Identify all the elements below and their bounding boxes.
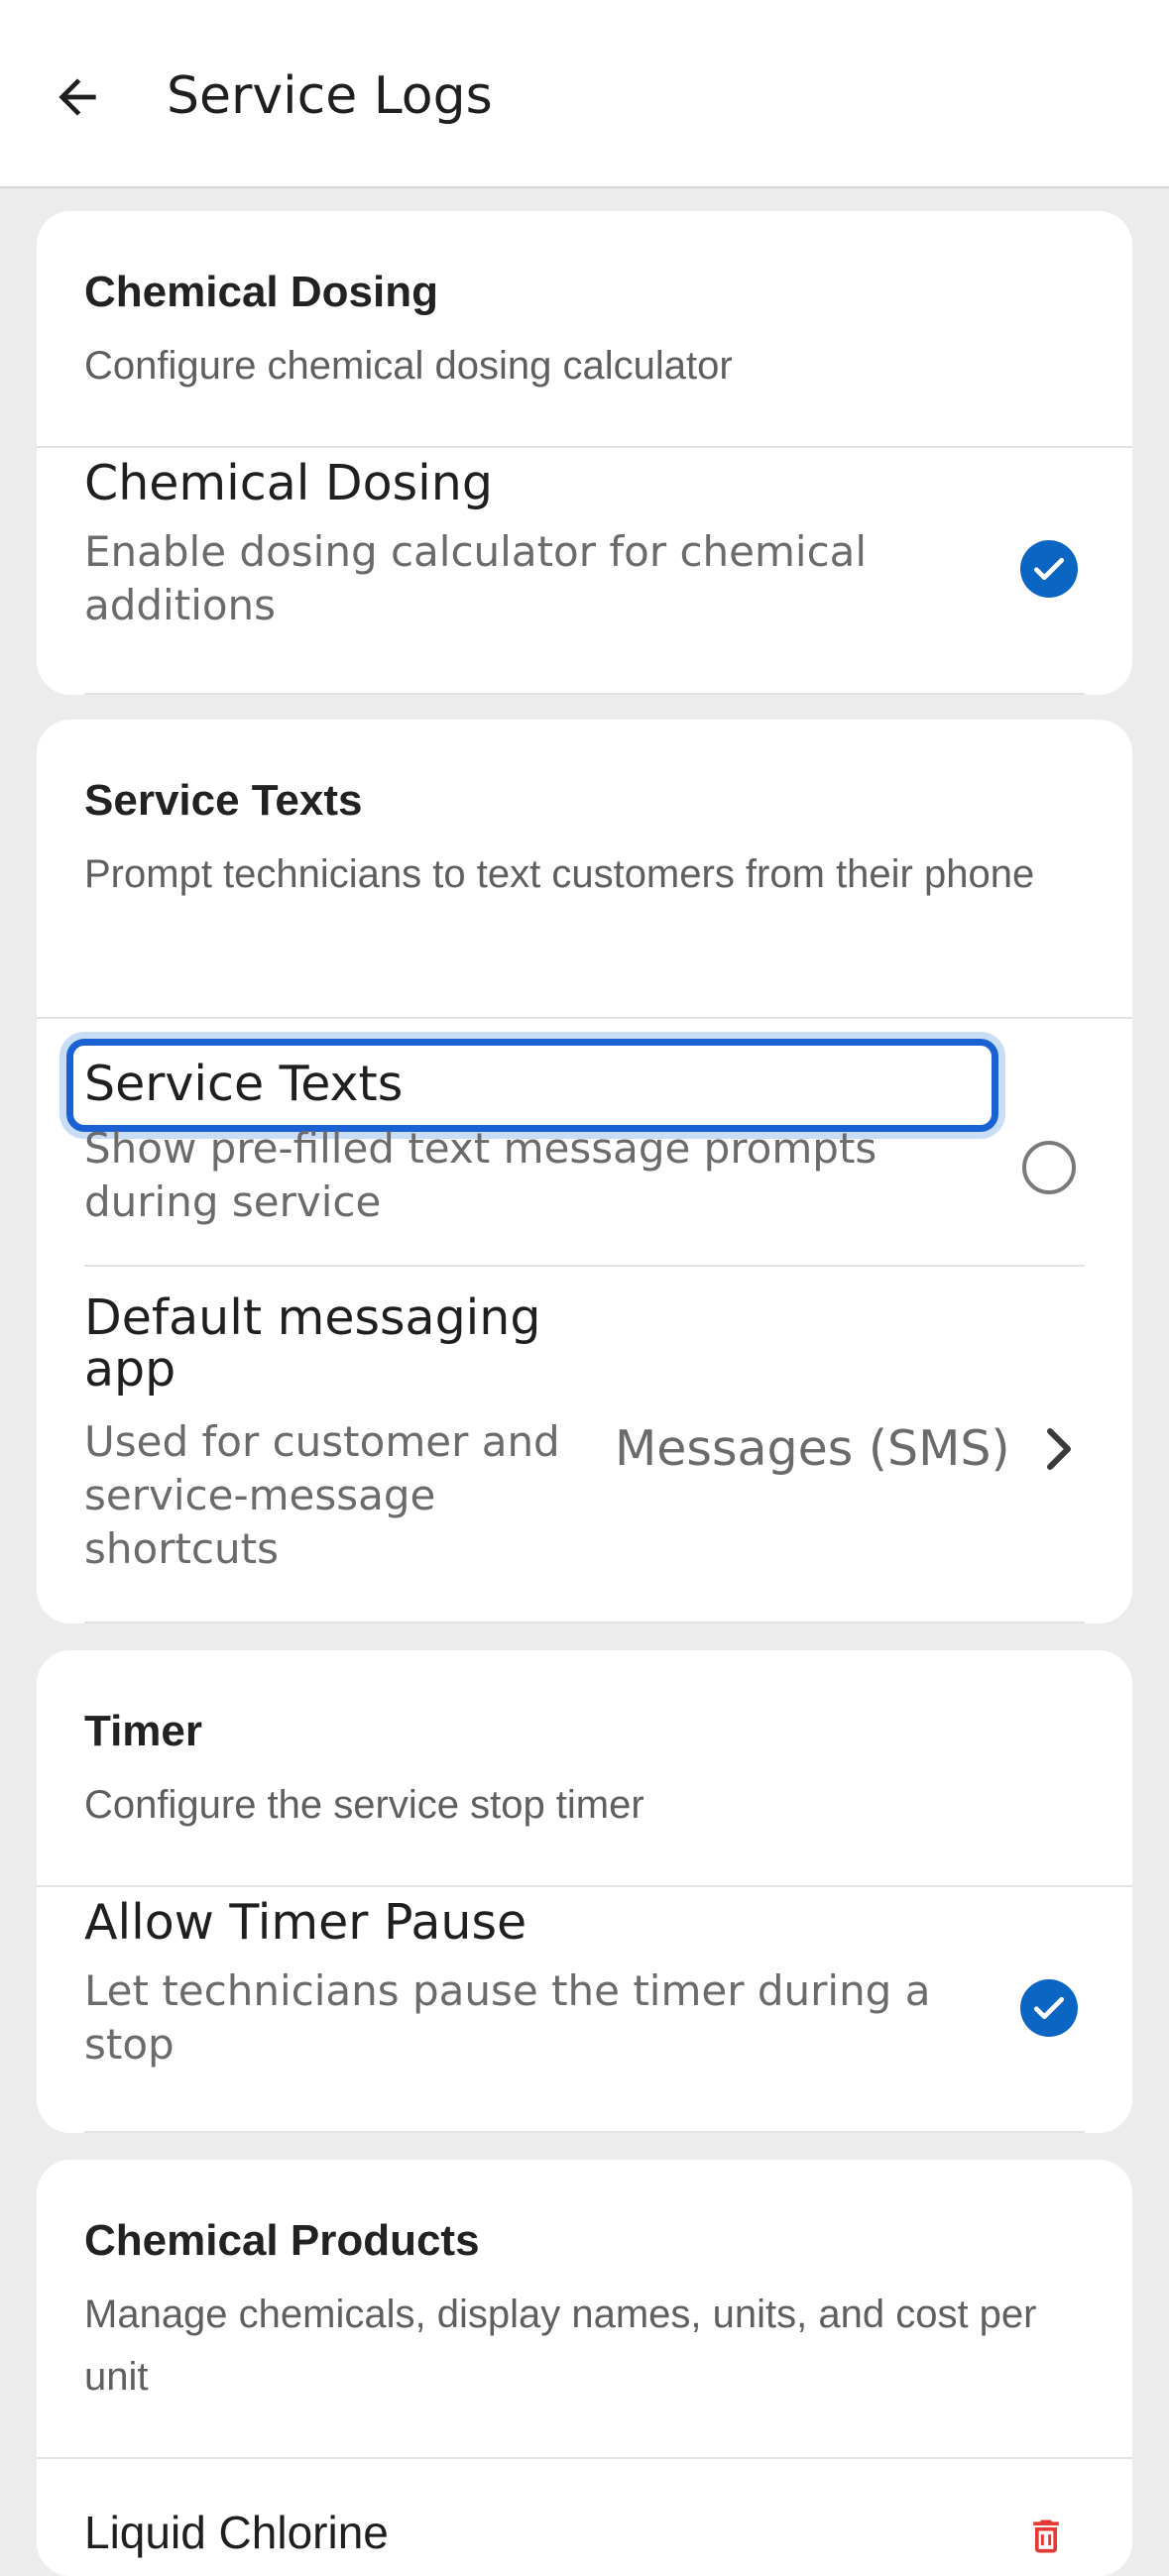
setting-subtitle: Used for customer and service-message sh… <box>84 1417 560 1573</box>
section-card-chemical-products: Chemical Products Manage chemicals, disp… <box>37 2160 1132 2576</box>
back-button[interactable] <box>30 50 125 145</box>
setting-title: Service Texts <box>84 1056 404 1112</box>
checkmark-icon <box>1033 1996 1065 2020</box>
divider <box>84 1622 1085 1624</box>
setting-row-chemical-dosing[interactable]: Chemical Dosing Enable dosing calculator… <box>37 448 1132 695</box>
section-title: Chemical Dosing <box>84 268 438 316</box>
app-bar: Service Logs <box>0 0 1169 188</box>
setting-row-allow-timer-pause[interactable]: Allow Timer Pause Let technicians pause … <box>37 1887 1132 2133</box>
section-title: Service Texts <box>84 776 363 825</box>
checkmark-icon <box>1033 557 1065 581</box>
section-card-chemical-dosing: Chemical Dosing Configure chemical dosin… <box>37 211 1132 695</box>
section-description: Configure chemical dosing calculator <box>84 344 733 388</box>
checkbox-service-texts[interactable] <box>1022 1141 1076 1194</box>
setting-title: Chemical Dosing <box>84 455 493 511</box>
chevron-right-icon <box>1047 1428 1071 1470</box>
trash-icon[interactable] <box>1024 2511 1068 2562</box>
section-card-service-texts: Service Texts Prompt technicians to text… <box>37 720 1132 1624</box>
section-description: Manage chemicals, display names, units, … <box>84 2293 1037 2399</box>
product-name: Liquid Chlorine <box>84 2507 389 2558</box>
checkbox-chemical-dosing[interactable] <box>1020 540 1078 598</box>
messaging-app-value: Messages (SMS) <box>615 1420 1010 1477</box>
section-description: Configure the service stop timer <box>84 1783 644 1827</box>
section-description: Prompt technicians to text customers fro… <box>84 852 1035 896</box>
section-card-timer: Timer Configure the service stop timer A… <box>37 1650 1132 2133</box>
setting-subtitle: Enable dosing calculator for chemical ad… <box>84 527 868 629</box>
setting-subtitle: Show pre-filled text message prompts dur… <box>84 1124 877 1226</box>
divider <box>84 693 1085 695</box>
section-title: Chemical Products <box>84 2216 480 2265</box>
divider <box>84 2131 1085 2133</box>
setting-subtitle: Let technicians pause the timer during a… <box>84 1966 931 2069</box>
setting-row-service-texts[interactable]: Service Texts Show pre-filled text messa… <box>37 1019 1132 1267</box>
page-title: Service Logs <box>167 66 493 126</box>
setting-row-default-messaging-app[interactable]: Default messaging app Used for customer … <box>37 1267 1132 1622</box>
checkbox-allow-timer-pause[interactable] <box>1020 1979 1078 2037</box>
chemical-product-row[interactable]: Liquid Chlorine <box>37 2459 1132 2576</box>
section-title: Timer <box>84 1707 203 1755</box>
setting-title: Default messaging app <box>84 1289 541 1398</box>
setting-title: Allow Timer Pause <box>84 1894 527 1951</box>
arrow-left-icon <box>58 78 96 116</box>
